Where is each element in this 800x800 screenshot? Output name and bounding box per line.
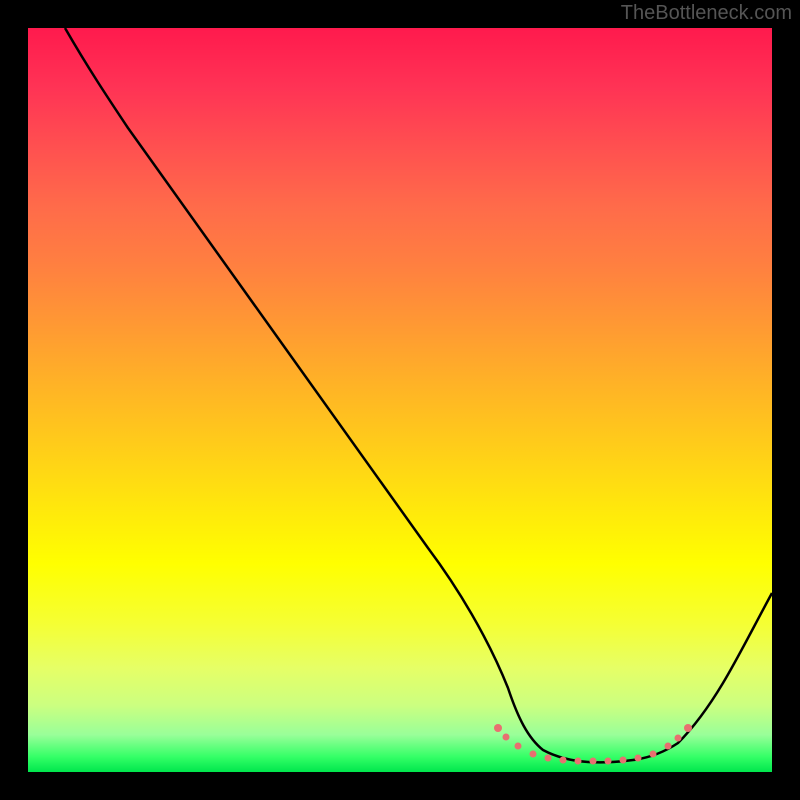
dot-marker [665,743,672,750]
watermark-text: TheBottleneck.com [621,2,792,25]
dot-marker [515,743,522,750]
dot-marker [675,735,682,742]
dot-marker [494,724,502,732]
dot-marker [545,755,552,762]
chart-svg [28,28,772,772]
dot-marker [590,758,597,765]
dotted-segment [494,724,692,765]
chart-plot-area [28,28,772,772]
dot-marker [530,751,537,758]
dot-marker [650,751,657,758]
dot-marker [560,757,567,764]
dot-marker [635,755,642,762]
dot-marker [684,724,692,732]
dot-marker [620,757,627,764]
main-curve-path [65,28,772,762]
dot-marker [503,734,510,741]
dot-marker [575,758,582,765]
dot-marker [605,758,612,765]
